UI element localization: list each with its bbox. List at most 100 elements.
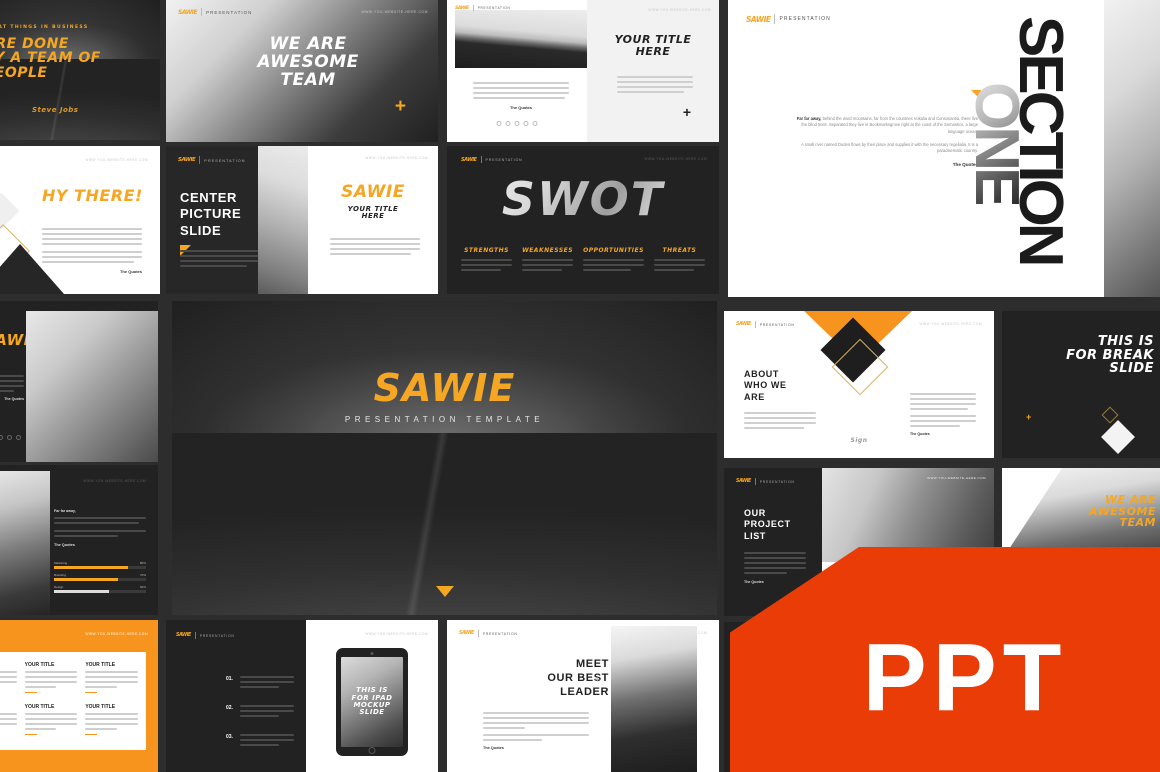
brand-logo: SAWIE — [736, 322, 751, 327]
skill-bar: Branding 70% — [54, 573, 146, 581]
slide-break[interactable]: THIS IS FOR BREAK SLIDE + — [1002, 311, 1160, 458]
brand-sub: PRESENTATION — [477, 6, 511, 10]
project-list-body — [744, 551, 806, 574]
awesome-team2-line1: WE ARE — [1105, 493, 1156, 506]
grid-cell[interactable]: YOUR TITLE — [0, 704, 17, 740]
about-quote-by: The Quotes — [910, 432, 930, 436]
swot-column-body — [522, 259, 574, 271]
slide-quote-team[interactable]: GREAT THINGS IN BUSINESS ARE DONE BY A T… — [0, 0, 160, 140]
swot-column[interactable]: OPPORTUNITIES — [583, 246, 644, 274]
slide-sawie-laptop[interactable]: SAWIE The Quotes — [0, 301, 158, 462]
plus-icon: + — [682, 104, 691, 120]
scroll-down-icon[interactable] — [435, 586, 454, 597]
about-line3: ARE — [744, 391, 765, 402]
slide-hero[interactable]: SAWIE PRESENTATION TEMPLATE — [172, 301, 717, 615]
slide-ipad-mockup[interactable]: WWW.YOU-WEBSITE-HERE.COM THIS IS FOR IPA… — [306, 620, 438, 772]
your-title-line2: HERE — [635, 44, 671, 58]
grid-cell[interactable]: YOUR TITLE — [24, 662, 78, 698]
brandbar: SAWIE PRESENTATION — [178, 8, 252, 16]
about-body — [744, 411, 816, 429]
grid-cell[interactable]: YOUR TITLE — [85, 704, 138, 740]
numbered-list-item[interactable]: 01. — [226, 676, 294, 691]
template-showcase-grid: GREAT THINGS IN BUSINESS ARE DONE BY A T… — [0, 0, 1160, 772]
awesome-team-line3: TEAM — [280, 69, 336, 90]
brand-url: WWW.YOU-WEBSITE-HERE.COM — [361, 10, 428, 14]
brand-sub: PRESENTATION — [199, 633, 235, 638]
slide-grid-orange[interactable]: WWW.YOU-WEBSITE-HERE.COM YOUR TITLE YOUR… — [0, 620, 158, 772]
slide-photo-quote[interactable]: SAWIE PRESENTATION The Quotes — [447, 0, 587, 142]
skill-label: Marketing — [54, 561, 68, 565]
grid-cell[interactable]: YOUR TITLE — [0, 662, 17, 698]
skill-value: 80% — [139, 561, 146, 565]
brand-logo: SAWIE — [461, 156, 477, 163]
leader-body2 — [483, 734, 589, 741]
sawie-title-line2: HERE — [361, 212, 385, 221]
swot-column-label: STRENGTHS — [464, 246, 509, 254]
slide-best-leader[interactable]: SAWIE PRESENTATION WWW.YOU-WEBSITE-HERE.… — [447, 620, 719, 772]
brandbar: SAWIE PRESENTATION — [459, 630, 518, 637]
grid-cell-title: YOUR TITLE — [0, 704, 17, 710]
slide-section-one[interactable]: SAWIE PRESENTATION Far far away, behind … — [728, 0, 1160, 297]
center-picture-line3: SLIDE — [180, 222, 222, 238]
numbered-list-num: 03. — [226, 734, 233, 740]
numbered-list-num: 01. — [226, 676, 233, 682]
numbered-list-item[interactable]: 03. — [226, 734, 294, 749]
grid-cell-title: YOUR TITLE — [24, 662, 55, 668]
swot-column[interactable]: WEAKNESSES — [522, 247, 574, 274]
brand-url: WWW.YOU-WEBSITE-HERE.COM — [927, 476, 986, 480]
pagination-dots[interactable] — [0, 435, 21, 440]
grid-cell-title: YOUR TITLE — [24, 704, 55, 710]
swot-column[interactable]: THREATS — [653, 247, 705, 274]
slide-swot[interactable]: SAWIE PRESENTATION WWW.YOU-WEBSITE-HERE.… — [447, 146, 719, 294]
skill-bar: Marketing 80% — [54, 561, 146, 569]
slide-your-title-here[interactable]: WWW.YOU-WEBSITE-HERE.COM YOUR TITLE HERE… — [587, 0, 719, 142]
skills-body: Far far away, — [54, 509, 146, 515]
hy-there-quote-by: The Quotes — [119, 269, 142, 274]
brandbar: SAWIE PRESENTATION — [176, 632, 235, 639]
grid-cell-body — [85, 671, 138, 688]
skill-value: 70% — [139, 573, 146, 577]
brandbar: SAWIE PRESENTATION — [455, 5, 510, 11]
brandbar: SAWIE PRESENTATION — [746, 14, 831, 24]
slide-skills[interactable]: WWW.YOU-WEBSITE-HERE.COM Far far away, T… — [0, 465, 158, 615]
ipad-line4: SLIDE — [359, 708, 385, 717]
quote-team-signature: Steve Jobs — [32, 105, 79, 114]
project-list-line2: PROJECT — [744, 519, 791, 530]
swot-column[interactable]: STRENGTHS — [461, 246, 513, 274]
swot-column-label: OPPORTUNITIES — [583, 246, 644, 254]
numbered-list-item[interactable]: 02. — [226, 705, 294, 720]
skill-bar: Design 60% — [54, 585, 146, 593]
pagination-dots[interactable] — [496, 121, 538, 126]
brand-sub: PRESENTATION — [759, 322, 795, 327]
brand-url: WWW.YOU-WEBSITE-HERE.COM — [85, 632, 148, 636]
section-one-quote-by: The Quotes — [952, 161, 978, 167]
slide-numbered-list[interactable]: SAWIE PRESENTATION 01. 02. 03. — [166, 620, 306, 772]
grid-cell-body — [0, 671, 17, 688]
quote-team-eyebrow: GREAT THINGS IN BUSINESS — [0, 25, 89, 30]
awesome-team2-line3: TEAM — [1119, 516, 1156, 530]
section-one-body: Far far away, behind the word mountains,… — [796, 116, 978, 135]
brand-url: WWW.YOU-WEBSITE-HERE.COM — [85, 158, 148, 162]
brand-sub: PRESENTATION — [204, 157, 246, 163]
sawie-laptop-body — [0, 375, 24, 392]
grid-cell[interactable]: YOUR TITLE — [24, 704, 78, 740]
about-body-right — [910, 393, 976, 410]
about-line1: ABOUT — [744, 369, 779, 379]
section-one-word2: ONE — [962, 82, 1031, 205]
brand-logo: SAWIE — [459, 631, 474, 636]
skills-quote-by: The Quotes — [54, 542, 75, 547]
quote-team-line2: BY A TEAM OF — [0, 50, 101, 67]
slide-hy-there[interactable]: WWW.YOU-WEBSITE-HERE.COM HY THERE! The Q… — [0, 146, 160, 294]
brand-logo: SAWIE — [736, 479, 751, 484]
brand-url: WWW.YOU-WEBSITE-HERE.COM — [644, 157, 707, 161]
awesome-team-line2: AWESOME — [257, 51, 359, 72]
plus-icon: + — [394, 96, 406, 117]
grid-cell[interactable]: YOUR TITLE — [85, 662, 138, 698]
numbered-list-body — [239, 734, 294, 749]
numbered-list-num: 02. — [226, 705, 233, 711]
slide-about-who-we-are[interactable]: SAWIE PRESENTATION WWW.YOU-WEBSITE-HERE.… — [724, 311, 994, 458]
slide-awesome-team[interactable]: SAWIE PRESENTATION WWW.YOU-WEBSITE-HERE.… — [166, 0, 438, 142]
far-far-away-label: Far far away, — [54, 509, 76, 513]
break-line1: THIS IS — [1097, 334, 1154, 349]
slide-sawie-title[interactable]: WWW.YOU-WEBSITE-HERE.COM SAWIE YOUR TITL… — [308, 146, 438, 294]
